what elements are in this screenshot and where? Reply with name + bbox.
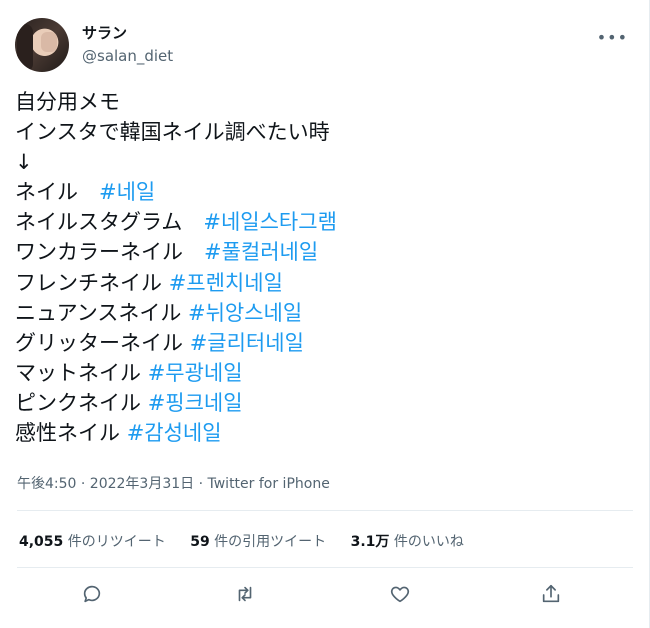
tweet-line: ワンカラーネイル #풀컬러네일 (15, 240, 319, 265)
tweet-line: ニュアンスネイル #뉘앙스네일 (15, 300, 303, 325)
share-icon[interactable] (537, 580, 565, 608)
display-name[interactable]: サラン (82, 22, 127, 43)
retweet-icon[interactable] (231, 580, 259, 608)
hashtag-link[interactable]: #네일 (99, 180, 155, 204)
more-options-icon[interactable]: ••• (597, 28, 628, 47)
tweet-line: 感性ネイル #감성네일 (15, 421, 222, 446)
reply-icon[interactable] (78, 580, 106, 608)
tweet-line: ピンクネイル #핑크네일 (15, 390, 243, 415)
retweet-count-link[interactable]: 4,055 件のリツイート (19, 531, 166, 551)
like-count-link[interactable]: 3.1万 件のいいね (351, 531, 464, 551)
hashtag-link[interactable]: #풀컬러네일 (204, 240, 318, 264)
user-handle[interactable]: @salan_diet (82, 47, 173, 65)
tweet-line: ネイル #네일 (15, 180, 156, 205)
tweet-line: グリッターネイル #글리터네일 (15, 330, 304, 355)
hashtag-link[interactable]: #프렌치네일 (169, 271, 283, 295)
tweet-line: ↓ (15, 150, 33, 175)
tweet-line: フレンチネイル #프렌치네일 (15, 270, 283, 295)
tweet-timestamp[interactable]: 午後4:50 · 2022年3月31日 · Twitter for iPhone (17, 473, 330, 493)
divider (17, 510, 633, 511)
hashtag-link[interactable]: #무광네일 (148, 361, 243, 385)
avatar[interactable] (15, 18, 69, 72)
hashtag-link[interactable]: #글리터네일 (190, 331, 304, 355)
tweet-text: 自分用メモ インスタで韓国ネイル調べたい時 ↓ ネイル #네일 ネイルスタグラム… (15, 87, 337, 448)
tweet-line: 自分用メモ (15, 90, 120, 114)
quote-count-link[interactable]: 59 件の引用ツイート (190, 531, 326, 551)
tweet-line: インスタで韓国ネイル調べたい時 (15, 120, 330, 145)
hashtag-link[interactable]: #뉘앙스네일 (188, 301, 302, 325)
tweet-line: マットネイル #무광네일 (15, 360, 243, 385)
divider (17, 567, 633, 568)
tweet-line: ネイルスタグラム #네일스타그램 (15, 210, 337, 235)
tweet: サラン @salan_diet ••• 自分用メモ インスタで韓国ネイル調べたい… (0, 0, 650, 628)
like-icon[interactable] (386, 580, 414, 608)
hashtag-link[interactable]: #핑크네일 (148, 391, 243, 415)
action-bar (0, 580, 650, 612)
hashtag-link[interactable]: #네일스타그램 (203, 210, 337, 234)
hashtag-link[interactable]: #감성네일 (127, 421, 222, 445)
engagement-stats: 4,055 件のリツイート 59 件の引用ツイート 3.1万 件のいいね (19, 531, 484, 551)
